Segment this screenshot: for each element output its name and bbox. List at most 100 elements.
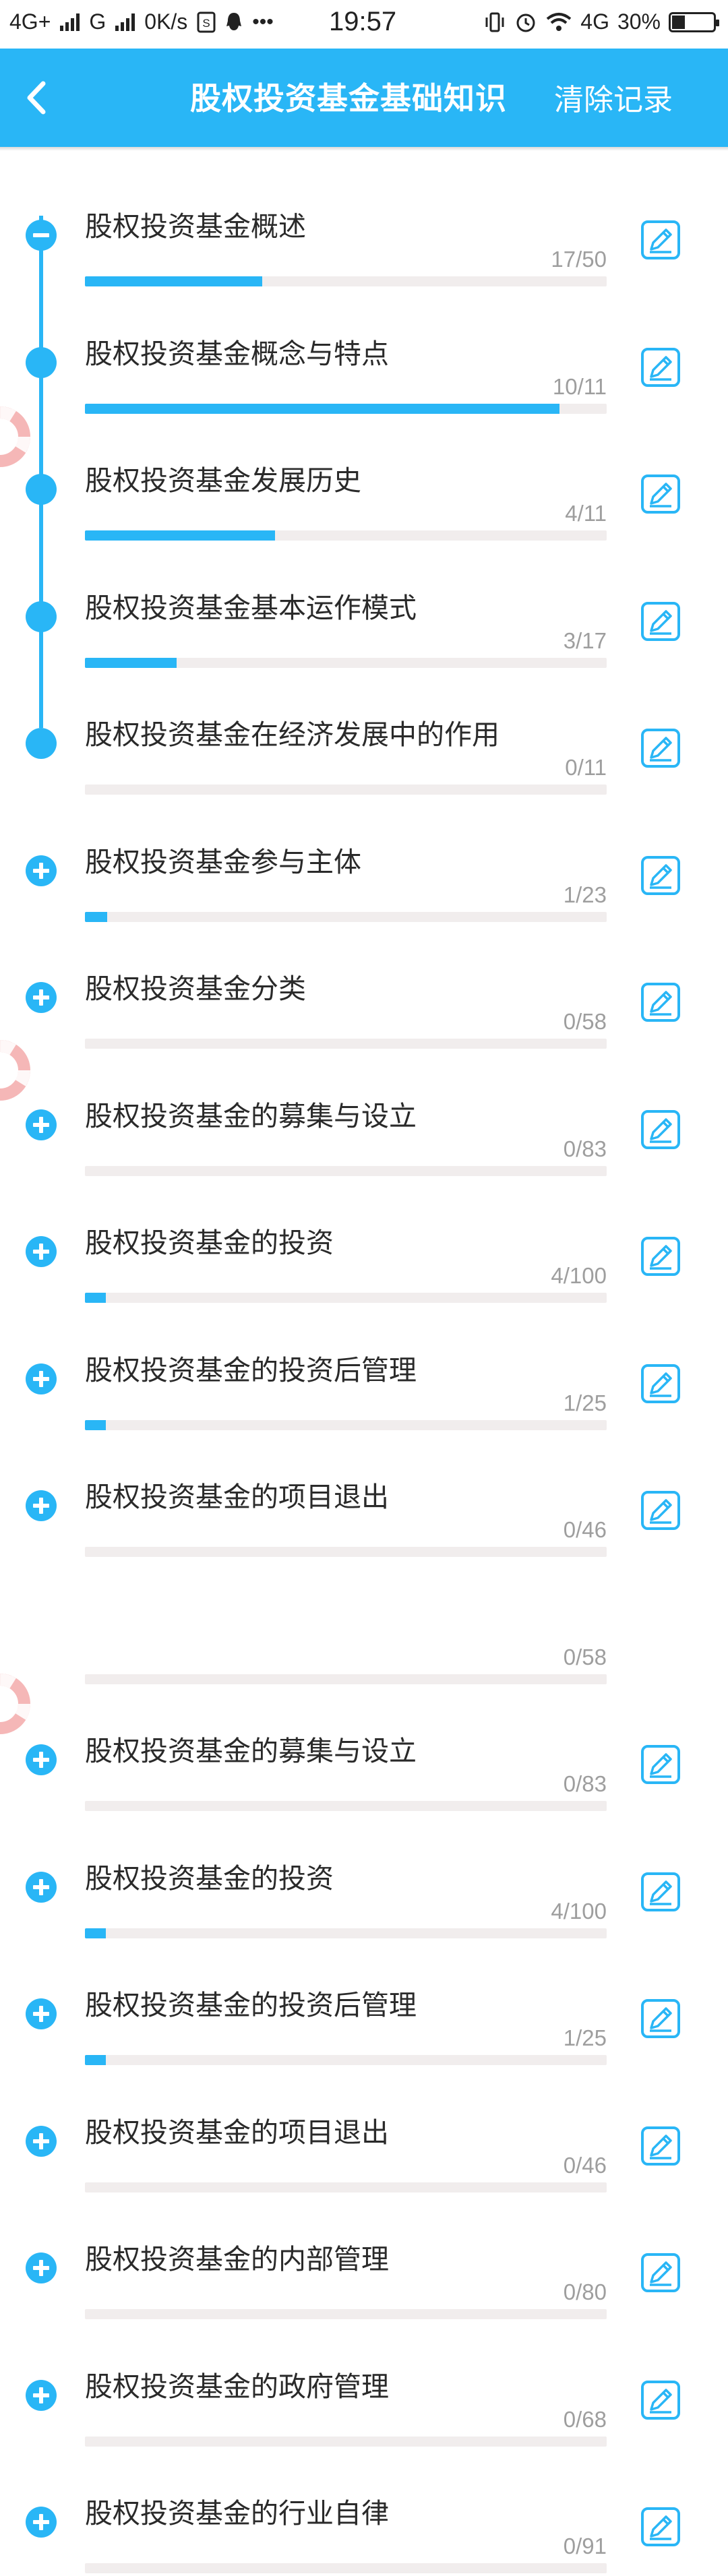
life-ring-icon[interactable] [0,404,32,469]
timeline-dot [26,346,57,378]
edit-practice-icon[interactable] [640,1872,681,1912]
chapter-row[interactable]: 股权投资基金分类 0/58 [0,913,728,1049]
battery-percent: 30% [617,9,661,34]
chapter-row[interactable]: 股权投资基金的投资后管理 1/25 [0,1295,728,1430]
chapter-row[interactable]: 0/58 [0,1549,728,1684]
chapter-title: 股权投资基金分类 [85,973,306,1005]
wifi-icon [546,12,572,31]
chapter-row[interactable]: 股权投资基金在经济发展中的作用 0/11 [0,659,728,795]
chapter-row[interactable]: 股权投资基金参与主体 1/23 [0,787,728,922]
expand-icon[interactable] [26,1744,57,1775]
expand-icon[interactable] [26,2125,57,2157]
progress-count: 1/25 [563,2025,607,2050]
expand-icon[interactable] [26,1236,57,1267]
edit-practice-icon[interactable] [640,1744,681,1785]
chapter-title: 股权投资基金的募集与设立 [85,1735,417,1767]
app-header: 股权投资基金基础知识 清除记录 [0,49,728,147]
chapter-row[interactable]: 股权投资基金发展历史 4/11 [0,405,728,541]
edit-practice-icon[interactable] [640,982,681,1022]
chapter-title: 股权投资基金的项目退出 [85,1481,389,1513]
progress-count: 0/83 [563,1771,607,1796]
chapter-title: 股权投资基金的投资后管理 [85,1989,417,2021]
battery-icon [669,11,719,32]
edit-practice-icon[interactable] [640,1363,681,1404]
chapter-title: 股权投资基金的项目退出 [85,2116,389,2149]
progress-count: 0/68 [563,2406,607,2432]
progress-count: 3/17 [563,627,607,653]
edit-practice-icon[interactable] [640,728,681,768]
timeline-dot [26,474,57,505]
chapter-row[interactable]: 股权投资基金的项目退出 0/46 [0,1421,728,1557]
edit-practice-icon[interactable] [640,1998,681,2039]
chapter-row[interactable]: 股权投资基金概念与特点 10/11 [0,278,728,414]
status-right: 4G 30% [483,9,719,34]
chapter-title: 股权投资基金参与主体 [85,845,361,878]
vibrate-icon [485,12,504,32]
chapter-title: 股权投资基金的行业自律 [85,2497,389,2529]
expand-icon[interactable] [26,1490,57,1521]
network-type-1: 4G+ [9,9,51,34]
chevron-left-icon[interactable] [15,74,62,121]
chapter-row[interactable]: 股权投资基金的政府管理 0/68 [0,2311,728,2447]
more-icon: ••• [252,10,274,33]
life-ring-icon[interactable] [0,1038,32,1103]
clock: 19:57 [329,7,397,36]
chapter-row[interactable]: 股权投资基金的项目退出 0/46 [0,2057,728,2192]
chapter-title: 股权投资基金在经济发展中的作用 [85,718,499,751]
expand-icon[interactable] [26,1871,57,1903]
clear-records-button[interactable]: 清除记录 [554,75,673,119]
progress-count: 1/25 [563,1390,607,1415]
chapter-title: 股权投资基金概述 [85,210,306,243]
progress-count: 0/11 [565,755,607,780]
network-type-3: 4G [580,9,609,34]
collapse-icon[interactable] [26,220,57,251]
edit-practice-icon[interactable] [640,474,681,514]
progress-count: 17/50 [551,247,607,272]
expand-icon[interactable] [26,2507,57,2538]
chapter-row[interactable]: 股权投资基金的募集与设立 0/83 [0,1676,728,1811]
life-ring-icon[interactable] [0,1672,32,1736]
progress-bar [85,2563,607,2573]
edit-practice-icon[interactable] [640,1236,681,1277]
expand-icon[interactable] [26,1998,57,2029]
chapter-row[interactable]: 股权投资基金的投资后管理 1/25 [0,1930,728,2065]
expand-icon[interactable] [26,2252,57,2283]
chapter-title: 股权投资基金的投资 [85,1227,334,1259]
edit-practice-icon[interactable] [640,2507,681,2547]
expand-icon[interactable] [26,982,57,1013]
progress-count: 4/11 [565,501,607,526]
network-type-2: G [89,9,107,34]
chapter-title: 股权投资基金的内部管理 [85,2243,389,2275]
expand-icon[interactable] [26,855,57,886]
progress-count: 0/46 [563,1517,607,1542]
chapter-title: 股权投资基金基本运作模式 [85,591,417,624]
chapter-row[interactable]: 股权投资基金概述 17/50 [0,151,728,286]
chapter-row[interactable]: 股权投资基金的投资 4/100 [0,1803,728,1938]
chapter-row[interactable]: 股权投资基金的募集与设立 0/83 [0,1041,728,1176]
svg-text:S: S [203,17,210,30]
edit-practice-icon[interactable] [640,855,681,896]
chapter-row[interactable]: 股权投资基金的投资 4/100 [0,1167,728,1303]
progress-count: 0/58 [563,1009,607,1034]
expand-icon[interactable] [26,2379,57,2411]
chapter-title: 股权投资基金的募集与设立 [85,1099,417,1132]
chapter-row[interactable]: 股权投资基金的行业自律 0/91 [0,2438,728,2573]
edit-practice-icon[interactable] [640,2126,681,2166]
progress-count: 0/80 [563,2279,607,2304]
edit-practice-icon[interactable] [640,220,681,260]
expand-icon[interactable] [26,1109,57,1140]
app-notification-icon: S [197,11,216,32]
chapter-row[interactable]: 股权投资基金的内部管理 0/80 [0,2184,728,2319]
edit-practice-icon[interactable] [640,2380,681,2420]
edit-practice-icon[interactable] [640,1109,681,1150]
edit-practice-icon[interactable] [640,1490,681,1531]
chapter-row[interactable]: 股权投资基金基本运作模式 3/17 [0,532,728,668]
qq-icon [226,12,242,30]
edit-practice-icon[interactable] [640,347,681,388]
progress-count: 1/23 [563,882,607,907]
alarm-icon [516,13,535,32]
expand-icon[interactable] [26,1363,57,1394]
edit-practice-icon[interactable] [640,2252,681,2293]
timeline-dot [26,601,57,632]
edit-practice-icon[interactable] [640,601,681,642]
